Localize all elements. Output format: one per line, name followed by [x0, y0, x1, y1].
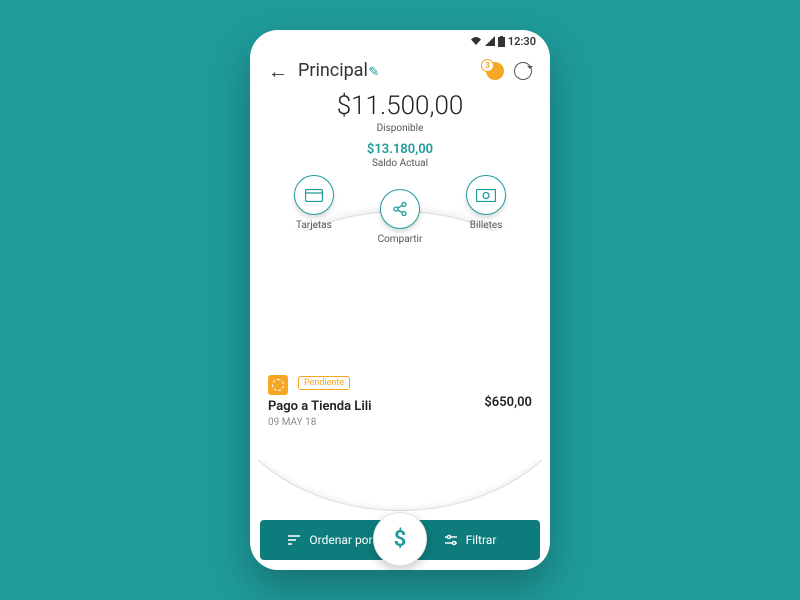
- notification-icon[interactable]: [486, 62, 504, 80]
- fab-button[interactable]: $: [373, 512, 427, 566]
- quick-action-share[interactable]: Compartir: [378, 189, 423, 245]
- refresh-icon[interactable]: [514, 62, 532, 80]
- balance-panel: $11.500,00 Disponible $13.180,00 Saldo A…: [250, 85, 550, 169]
- sort-icon: [287, 534, 301, 546]
- status-badge: Pendiente: [298, 376, 350, 390]
- movement-row[interactable]: Pendiente Pago a Tienda Lili 09 MAY 18 $…: [250, 369, 550, 438]
- movement-date: 09 MAY 18: [268, 417, 532, 428]
- status-bar: 12:30: [250, 30, 550, 52]
- back-icon[interactable]: ←: [268, 61, 288, 81]
- quick-action-cash-label: Billetes: [470, 220, 503, 231]
- quick-action-cash[interactable]: Billetes: [466, 175, 506, 231]
- account-title-text: Principal: [298, 60, 368, 81]
- signal-icon: [485, 36, 495, 46]
- edit-icon[interactable]: ✎: [368, 65, 379, 80]
- quick-action-share-label: Compartir: [378, 234, 423, 245]
- current-label: Saldo Actual: [250, 158, 550, 169]
- quick-action-cards[interactable]: Tarjetas: [294, 175, 334, 231]
- phone-frame: 12:30 ← Principal ✎ $11.500,00 Disponibl…: [250, 30, 550, 570]
- cash-icon: [466, 175, 506, 215]
- dollar-icon: $: [394, 527, 407, 552]
- battery-icon: [498, 36, 505, 47]
- card-icon: [294, 175, 334, 215]
- top-bar: ← Principal ✎: [250, 52, 550, 85]
- filter-icon: [444, 534, 458, 546]
- merchant-icon: [268, 375, 288, 395]
- quick-actions: Tarjetas Compartir Billetes: [250, 175, 550, 260]
- quick-action-cards-label: Tarjetas: [296, 220, 332, 231]
- sort-label: Ordenar por: [309, 533, 372, 547]
- available-amount: $11.500,00: [250, 91, 550, 121]
- status-time: 12:30: [508, 35, 536, 48]
- account-title: Principal ✎: [298, 60, 476, 81]
- available-label: Disponible: [250, 123, 550, 134]
- current-amount: $13.180,00: [250, 142, 550, 157]
- wifi-icon: [470, 36, 482, 46]
- filter-label: Filtrar: [466, 533, 497, 547]
- movement-amount: $650,00: [484, 395, 532, 410]
- share-icon: [380, 189, 420, 229]
